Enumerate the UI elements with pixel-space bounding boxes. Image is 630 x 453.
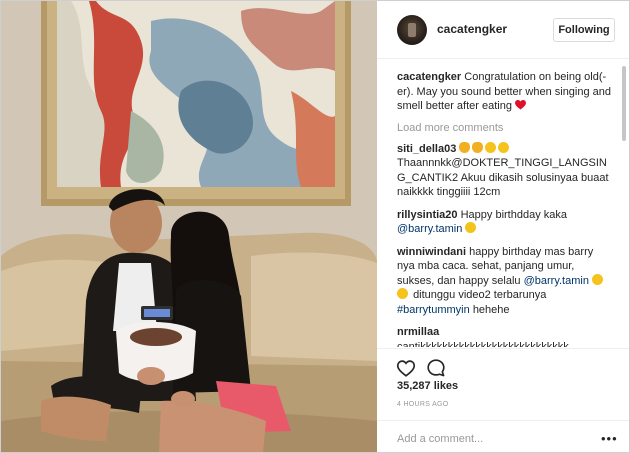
list-item: winniwindani happy birthday mas barry ny…	[397, 245, 613, 318]
post-side-panel: cacatengker Following cacatengker Congra…	[377, 1, 629, 452]
add-comment-bar: Add a comment... •••	[377, 420, 629, 452]
comment-bubble-icon[interactable]	[425, 357, 447, 379]
party-popper-icon	[465, 222, 477, 233]
post-photo[interactable]	[1, 1, 377, 452]
comment-username[interactable]: siti_della03	[397, 143, 456, 155]
heart-outline-icon[interactable]	[395, 357, 417, 379]
caption-username[interactable]: cacatengker	[397, 71, 461, 83]
hashtag-link[interactable]: #barrytummyin	[397, 304, 470, 316]
smiling-face-icon	[592, 273, 604, 285]
photo-illustration	[1, 1, 377, 452]
comment-text: hehehe	[472, 303, 510, 316]
comments-scrollbar[interactable]	[622, 66, 626, 141]
instagram-post-window: cacatengker Following cacatengker Congra…	[0, 0, 630, 453]
comments-list[interactable]: cacatengker Congratulation on being old(…	[377, 60, 629, 347]
post-timestamp[interactable]: 4 HOURS AGO	[397, 401, 449, 408]
comment-text: Happy birthdday kaka	[460, 208, 568, 221]
red-heart-icon	[515, 100, 526, 110]
list-item: nrmillaa cantikkkkkkkkkkkkkkkkkkkkkkkkkk…	[397, 325, 613, 347]
comment-text: ditunggu video2 terbarunya	[413, 289, 547, 301]
load-more-comments-link[interactable]: Load more comments	[397, 122, 613, 134]
list-item: rillysintia20 Happy birthdday kaka @barr…	[397, 208, 613, 237]
likes-count[interactable]: 35,287 likes	[397, 380, 458, 392]
smiling-face-icon	[397, 288, 408, 299]
post-actions: 35,287 likes 4 HOURS AGO Add a comment..…	[377, 348, 629, 452]
more-options-icon[interactable]: •••	[601, 431, 618, 446]
post-header: cacatengker Following	[377, 1, 629, 59]
post-author-username[interactable]: cacatengker	[437, 22, 507, 36]
comment-username[interactable]: nrmillaa	[397, 326, 439, 338]
list-item: siti_della03 Thaannnkk@DOKTER_TINGGI_LAN…	[397, 141, 613, 200]
comment-text: Thaannnkk@DOKTER_TINGGI_LANGSING_CANTIK2…	[397, 157, 609, 198]
comment-username[interactable]: winniwindani	[397, 246, 466, 258]
following-button[interactable]: Following	[553, 18, 615, 42]
comment-text: cantikkkkkkkkkkkkkkkkkkkkkkkkkkk	[397, 340, 569, 348]
mention-link[interactable]: @barry.tamin	[397, 223, 462, 235]
caption: cacatengker Congratulation on being old(…	[397, 70, 613, 114]
clapping-hands-icon	[459, 141, 471, 153]
clapping-hands-icon	[472, 141, 484, 153]
comment-input[interactable]: Add a comment...	[397, 433, 483, 445]
comment-username[interactable]: rillysintia20	[397, 209, 458, 221]
avatar[interactable]	[397, 15, 427, 45]
heart-eyes-face-icon	[498, 141, 510, 153]
winking-face-icon	[485, 141, 497, 153]
mention-link[interactable]: @barry.tamin	[524, 275, 589, 287]
